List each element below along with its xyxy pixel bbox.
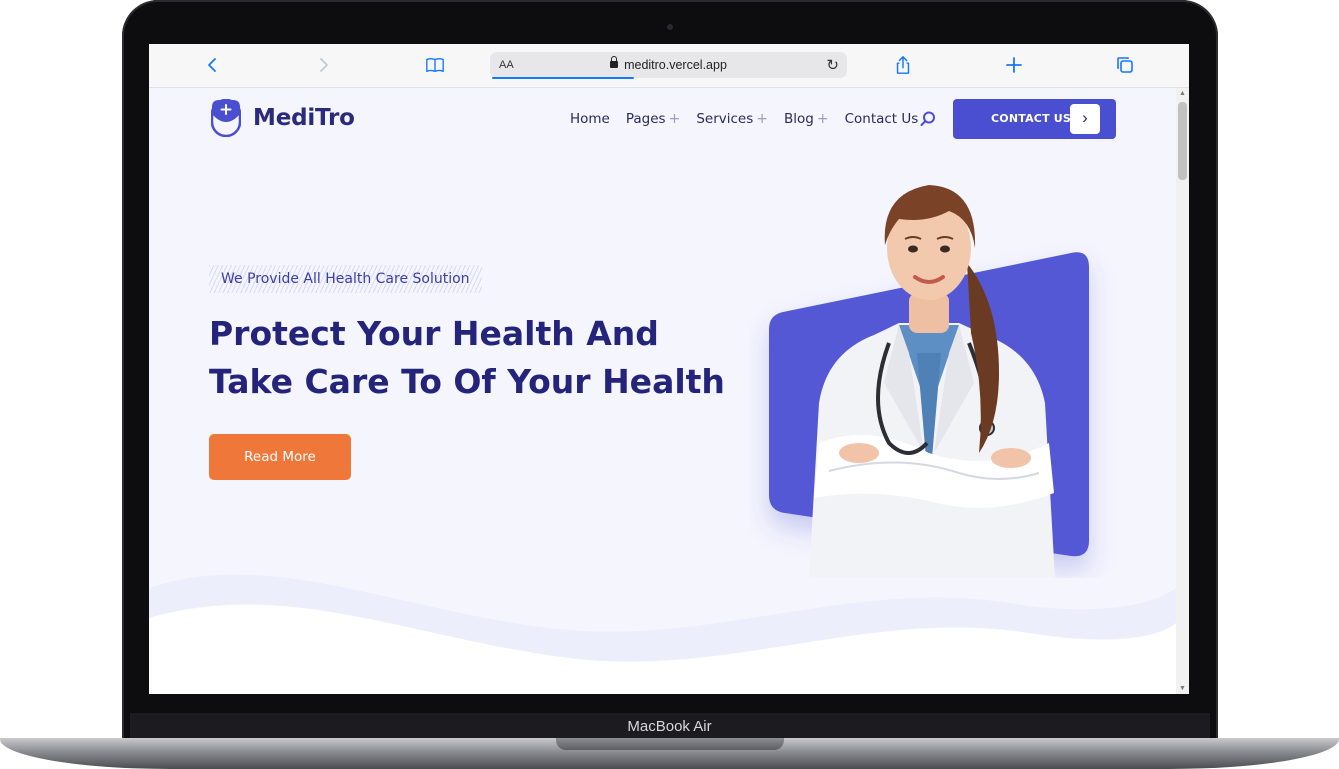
forward-arrow-icon[interactable] <box>311 53 335 77</box>
nav-label: Home <box>570 111 610 127</box>
lock-icon <box>610 56 619 68</box>
share-icon[interactable] <box>891 53 915 77</box>
tabs-icon[interactable] <box>1113 53 1137 77</box>
brand-name: MediTro <box>253 105 355 131</box>
logo-mark-icon <box>211 99 241 137</box>
nav-label: Pages <box>625 111 666 127</box>
nav-label: Contact Us <box>844 111 919 127</box>
nav-label: Blog <box>784 111 814 127</box>
submenu-plus-icon: + <box>668 111 681 127</box>
nav-item-blog[interactable]: Blog + <box>784 111 829 127</box>
nav-item-pages[interactable]: Pages + <box>626 111 680 127</box>
address-bar[interactable]: AA meditro.vercel.app ↻ <box>490 52 847 79</box>
hero-headline: Protect Your Health And Take Care To Of … <box>209 314 725 401</box>
chevron-right-icon: › <box>1070 104 1100 134</box>
book-icon[interactable] <box>423 53 447 77</box>
read-more-button[interactable]: Read More <box>209 434 351 480</box>
page-scrollbar[interactable]: ▲ ▼ <box>1176 88 1189 694</box>
screen: AA meditro.vercel.app ↻ MediTro Home Pag… <box>149 44 1189 694</box>
hero-tagline: We Provide All Health Care Solution <box>209 265 482 293</box>
nav-label: Services <box>696 111 754 127</box>
contact-us-label: CONTACT US <box>991 112 1072 125</box>
back-arrow-icon[interactable] <box>201 53 225 77</box>
url-display[interactable]: meditro.vercel.app <box>490 56 847 72</box>
search-icon[interactable] <box>920 111 936 127</box>
camera <box>667 24 673 30</box>
contact-us-button[interactable]: CONTACT US › <box>953 99 1116 139</box>
browser-toolbar: AA meditro.vercel.app ↻ <box>149 44 1189 88</box>
plus-icon[interactable] <box>1002 53 1026 77</box>
submenu-plus-icon: + <box>756 111 768 127</box>
loading-progress-bar <box>492 77 634 79</box>
web-page: MediTro Home Pages + Services + Blog + Cont… <box>149 88 1176 694</box>
scroll-up-icon[interactable]: ▲ <box>1179 90 1186 97</box>
nav-item-contact[interactable]: Contact Us <box>845 111 919 127</box>
site-logo[interactable]: MediTro <box>211 99 355 137</box>
nav-item-home[interactable]: Home <box>570 111 610 127</box>
model-label: MacBook Air <box>627 718 712 735</box>
doctor-hero-image <box>769 185 1089 578</box>
laptop-notch <box>556 738 784 750</box>
scroll-down-icon[interactable]: ▼ <box>1179 685 1186 692</box>
scrollbar-thumb[interactable] <box>1178 102 1187 180</box>
reload-icon[interactable]: ↻ <box>826 56 839 74</box>
submenu-plus-icon: + <box>816 111 829 127</box>
url-text: meditro.vercel.app <box>624 58 727 72</box>
nav-item-services[interactable]: Services + <box>696 111 768 127</box>
main-nav: Home Pages + Services + Blog + Contact Us <box>570 111 934 127</box>
